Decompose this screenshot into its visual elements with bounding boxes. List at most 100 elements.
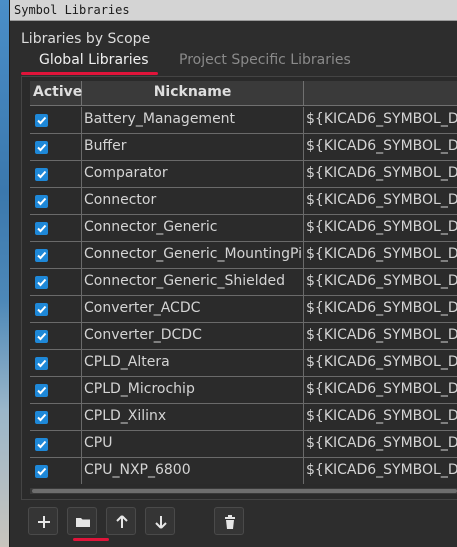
- nickname-cell[interactable]: Converter_ACDC: [82, 296, 304, 323]
- nickname-cell[interactable]: Converter_DCDC: [82, 323, 304, 350]
- table-row[interactable]: Battery_Management ${KICAD6_SYMBOL_D: [30, 107, 457, 134]
- nickname-cell[interactable]: Buffer: [82, 134, 304, 161]
- nickname-cell[interactable]: CPU_NXP_6800: [82, 458, 304, 484]
- active-cell: [30, 242, 82, 269]
- tab-project-specific-libraries[interactable]: Project Specific Libraries: [171, 49, 359, 73]
- checkmark-icon: [37, 305, 47, 314]
- checkmark-icon: [37, 170, 47, 179]
- checkmark-icon: [37, 116, 47, 125]
- library-path-cell[interactable]: ${KICAD6_SYMBOL_D: [304, 107, 457, 134]
- library-path-cell[interactable]: ${KICAD6_SYMBOL_D: [304, 215, 457, 242]
- table-row[interactable]: CPU_NXP_6800 ${KICAD6_SYMBOL_D: [30, 458, 457, 484]
- add-library-button[interactable]: [28, 507, 58, 535]
- libraries-panel: Active Nickname Battery_Management ${KICA…: [21, 76, 457, 500]
- library-path-cell[interactable]: ${KICAD6_SYMBOL_D: [304, 350, 457, 377]
- window-title: Symbol Libraries: [10, 0, 457, 21]
- active-checkbox[interactable]: [35, 438, 48, 451]
- library-path-cell[interactable]: ${KICAD6_SYMBOL_D: [304, 242, 457, 269]
- library-toolbar: [28, 507, 448, 541]
- checkmark-icon: [37, 359, 47, 368]
- tab-global-libraries[interactable]: Global Libraries: [31, 49, 157, 73]
- scope-tabs: Global Libraries Project Specific Librar…: [21, 49, 457, 75]
- active-cell: [30, 188, 82, 215]
- nickname-cell[interactable]: Connector_Generic_MountingPin: [82, 242, 304, 269]
- library-path-cell[interactable]: ${KICAD6_SYMBOL_D: [304, 134, 457, 161]
- library-path-cell[interactable]: ${KICAD6_SYMBOL_D: [304, 431, 457, 458]
- nickname-cell[interactable]: CPU: [82, 431, 304, 458]
- table-row[interactable]: Buffer ${KICAD6_SYMBOL_D: [30, 134, 457, 161]
- column-header-path[interactable]: [304, 81, 457, 106]
- nickname-cell[interactable]: Comparator: [82, 161, 304, 188]
- library-path-cell[interactable]: ${KICAD6_SYMBOL_D: [304, 161, 457, 188]
- scope-label: Libraries by Scope: [21, 31, 151, 47]
- nickname-cell[interactable]: CPLD_Xilinx: [82, 404, 304, 431]
- active-cell: [30, 458, 82, 484]
- table-row[interactable]: Connector ${KICAD6_SYMBOL_D: [30, 188, 457, 215]
- checkmark-icon: [37, 197, 47, 206]
- active-checkbox[interactable]: [35, 249, 48, 262]
- library-path-cell[interactable]: ${KICAD6_SYMBOL_D: [304, 404, 457, 431]
- arrow-up-icon: [116, 515, 128, 528]
- table-row[interactable]: Converter_ACDC ${KICAD6_SYMBOL_D: [30, 296, 457, 323]
- active-checkbox[interactable]: [35, 330, 48, 343]
- active-checkbox[interactable]: [35, 303, 48, 316]
- column-header-nickname[interactable]: Nickname: [82, 81, 304, 106]
- checkmark-icon: [37, 224, 47, 233]
- nickname-cell[interactable]: Battery_Management: [82, 107, 304, 134]
- library-path-cell[interactable]: ${KICAD6_SYMBOL_D: [304, 188, 457, 215]
- nickname-cell[interactable]: CPLD_Altera: [82, 350, 304, 377]
- nickname-cell[interactable]: Connector: [82, 188, 304, 215]
- nickname-cell[interactable]: Connector_Generic: [82, 215, 304, 242]
- active-checkbox[interactable]: [35, 114, 48, 127]
- active-checkbox[interactable]: [35, 276, 48, 289]
- table-row[interactable]: Connector_Generic_MountingPin ${KICAD6_SY…: [30, 242, 457, 269]
- active-checkbox[interactable]: [35, 411, 48, 424]
- active-checkbox[interactable]: [35, 141, 48, 154]
- active-cell: [30, 323, 82, 350]
- move-up-button[interactable]: [106, 507, 136, 535]
- active-checkbox[interactable]: [35, 195, 48, 208]
- active-checkbox[interactable]: [35, 357, 48, 370]
- table-header: Active Nickname: [30, 81, 457, 106]
- active-checkbox[interactable]: [35, 384, 48, 397]
- table-row[interactable]: Connector_Generic ${KICAD6_SYMBOL_D: [30, 215, 457, 242]
- active-checkbox[interactable]: [35, 465, 48, 478]
- library-path-cell[interactable]: ${KICAD6_SYMBOL_D: [304, 269, 457, 296]
- active-checkbox[interactable]: [35, 222, 48, 235]
- table-row[interactable]: CPLD_Xilinx ${KICAD6_SYMBOL_D: [30, 404, 457, 431]
- checkmark-icon: [37, 251, 47, 260]
- table-row[interactable]: CPLD_Microchip ${KICAD6_SYMBOL_D: [30, 377, 457, 404]
- active-cell: [30, 215, 82, 242]
- nickname-cell[interactable]: Connector_Generic_Shielded: [82, 269, 304, 296]
- browse-libraries-button[interactable]: [67, 507, 97, 535]
- libraries-table: Active Nickname Battery_Management ${KICA…: [30, 81, 457, 484]
- table-row[interactable]: Converter_DCDC ${KICAD6_SYMBOL_D: [30, 323, 457, 350]
- column-header-active[interactable]: Active: [30, 81, 82, 106]
- active-cell: [30, 350, 82, 377]
- library-path-cell[interactable]: ${KICAD6_SYMBOL_D: [304, 377, 457, 404]
- hovered-button-indicator: [73, 538, 109, 541]
- checkmark-icon: [37, 332, 47, 341]
- active-cell: [30, 269, 82, 296]
- active-cell: [30, 404, 82, 431]
- symbol-libraries-dialog: Symbol Libraries Libraries by Scope Glob…: [9, 0, 457, 547]
- table-row[interactable]: CPLD_Altera ${KICAD6_SYMBOL_D: [30, 350, 457, 377]
- trash-icon: [225, 515, 235, 529]
- checkmark-icon: [37, 413, 47, 422]
- table-row[interactable]: Connector_Generic_Shielded ${KICAD6_SYMBO…: [30, 269, 457, 296]
- library-path-cell[interactable]: ${KICAD6_SYMBOL_D: [304, 296, 457, 323]
- horizontal-scrollbar[interactable]: [30, 488, 457, 494]
- checkmark-icon: [37, 278, 47, 287]
- active-cell: [30, 134, 82, 161]
- library-path-cell[interactable]: ${KICAD6_SYMBOL_D: [304, 458, 457, 484]
- nickname-cell[interactable]: CPLD_Microchip: [82, 377, 304, 404]
- table-row[interactable]: CPU ${KICAD6_SYMBOL_D: [30, 431, 457, 458]
- scrollbar-thumb[interactable]: [32, 489, 457, 493]
- active-cell: [30, 377, 82, 404]
- active-checkbox[interactable]: [35, 168, 48, 181]
- arrow-down-icon: [155, 516, 167, 529]
- move-down-button[interactable]: [145, 507, 175, 535]
- library-path-cell[interactable]: ${KICAD6_SYMBOL_D: [304, 323, 457, 350]
- remove-library-button[interactable]: [214, 507, 244, 535]
- table-row[interactable]: Comparator ${KICAD6_SYMBOL_D: [30, 161, 457, 188]
